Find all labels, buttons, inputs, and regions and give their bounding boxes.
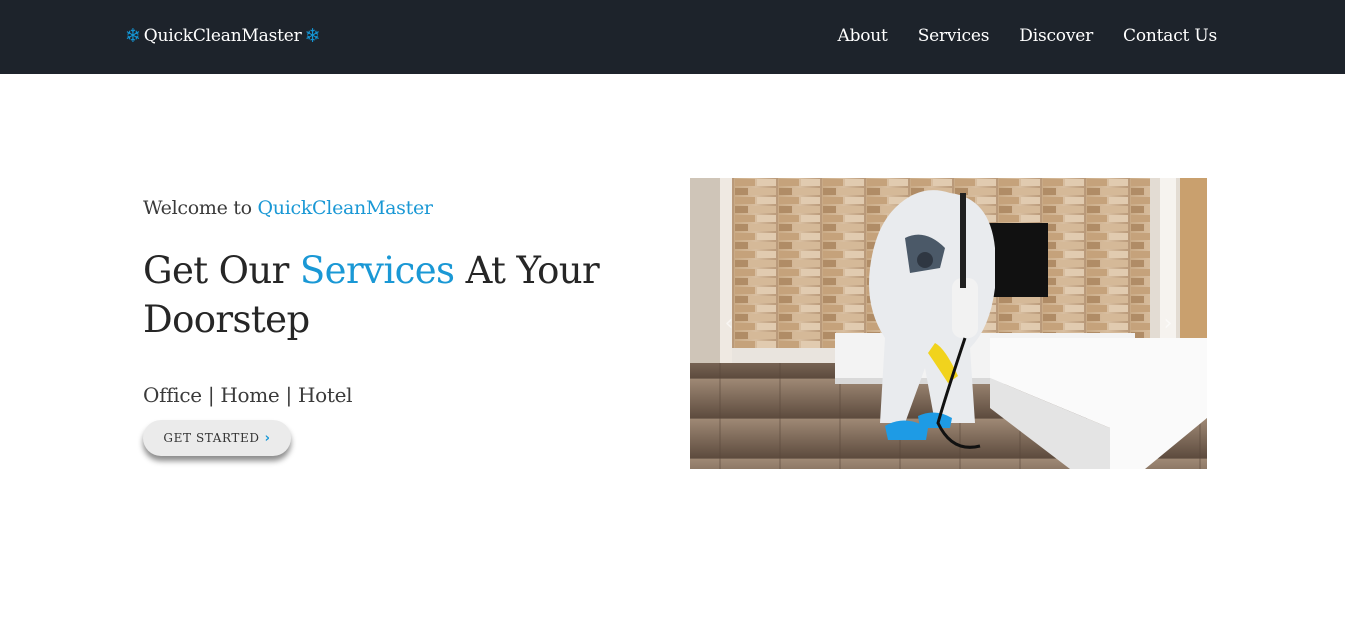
carousel-prev-button[interactable]: ‹ [714,308,744,338]
carousel-image [690,178,1207,469]
nav-link-services[interactable]: Services [918,26,990,46]
welcome-brand: QuickCleanMaster [257,197,433,219]
nav-link-contact-us[interactable]: Contact Us [1123,26,1217,46]
snowflake-icon: ❄ [304,24,321,47]
carousel-next-button[interactable]: › [1153,308,1183,338]
nav-link-about[interactable]: About [838,26,888,46]
welcome-text: Welcome to QuickCleanMaster [143,197,433,219]
nav-links: About Services Discover Contact Us [838,24,1218,48]
hero-tagline: Office | Home | Hotel [143,383,353,407]
get-started-label: GET STARTED [163,431,260,445]
hero-headline: Get Our Services At Your Doorstep [143,246,613,344]
headline-accent: Services [299,249,455,292]
chevron-right-icon: › [1163,310,1173,336]
snowflake-icon: ❄ [125,24,141,47]
headline-part1: Get Our [143,249,289,292]
brand-text: QuickCleanMaster [143,26,302,46]
chevron-right-icon: › [264,430,271,446]
hero-carousel: ‹ › [690,178,1207,469]
get-started-button[interactable]: GET STARTED › [143,420,291,456]
brand-logo[interactable]: ❄ QuickCleanMaster ❄ [125,24,320,48]
chevron-left-icon: ‹ [724,310,734,336]
welcome-prefix: Welcome to [143,197,252,219]
nav-link-discover[interactable]: Discover [1019,26,1093,46]
navbar: ❄ QuickCleanMaster ❄ About Services Disc… [0,0,1345,74]
